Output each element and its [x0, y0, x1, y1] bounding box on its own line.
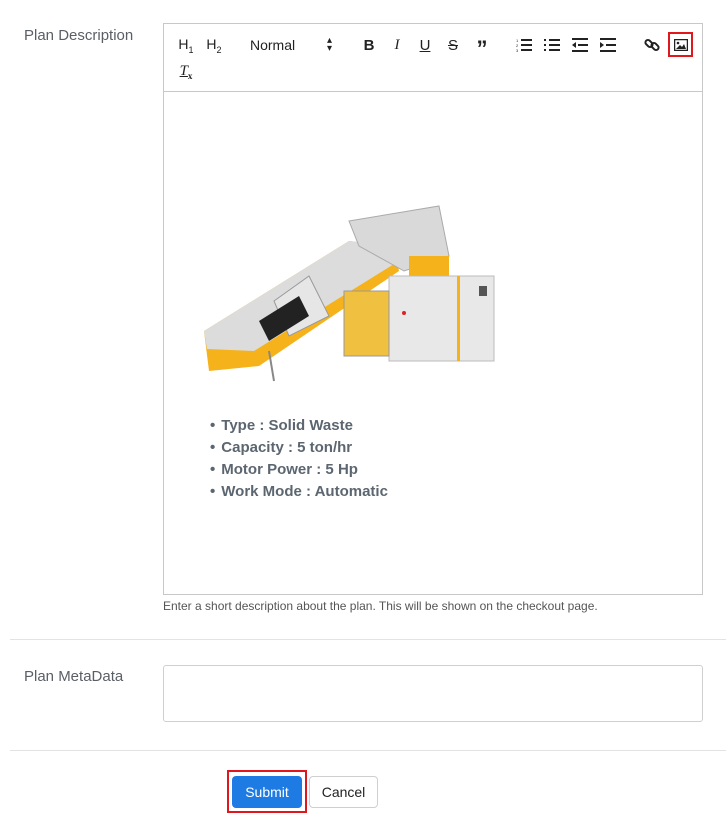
spec-item: Capacity : 5 ton/hr [210, 437, 388, 459]
ordered-list-button[interactable]: 123 [514, 34, 534, 56]
select-arrows-icon: ▴ ▾ [326, 35, 332, 54]
description-help-text: Enter a short description about the plan… [163, 599, 598, 613]
heading-1-button[interactable]: H1 [176, 34, 196, 56]
submit-button[interactable]: Submit [232, 776, 302, 808]
spec-item: Type : Solid Waste [210, 415, 388, 437]
heading-1-icon: H1 [178, 35, 194, 55]
outdent-button[interactable] [570, 34, 590, 56]
strike-button[interactable]: S [444, 34, 462, 56]
plan-metadata-label: Plan MetaData [24, 668, 124, 685]
indent-button[interactable] [598, 34, 618, 56]
editor-toolbar: H1 H2 Normal ▴ ▾ B I U S ” 123 Tx [164, 24, 702, 92]
format-select-value: Normal [250, 37, 296, 53]
ordered-list-icon: 123 [516, 38, 532, 52]
section-divider [10, 750, 726, 751]
outdent-icon [572, 38, 588, 52]
bold-icon: B [363, 36, 375, 54]
format-select[interactable]: Normal ▴ ▾ [250, 34, 340, 56]
spec-list: Type : Solid Waste Capacity : 5 ton/hr M… [210, 415, 388, 503]
cancel-button[interactable]: Cancel [309, 776, 378, 808]
bullet-list-button[interactable] [542, 34, 562, 56]
plan-description-label: Plan Description [24, 27, 134, 44]
svg-text:3: 3 [516, 48, 519, 52]
spec-item: Work Mode : Automatic [210, 481, 388, 503]
underline-icon: U [419, 36, 431, 54]
bullet-list-icon [544, 39, 560, 51]
editor-content[interactable]: Type : Solid Waste Capacity : 5 ton/hr M… [164, 93, 702, 594]
clear-format-button[interactable]: Tx [176, 61, 196, 83]
plan-metadata-input[interactable] [163, 665, 703, 722]
machine-image [204, 205, 495, 382]
heading-2-icon: H2 [206, 35, 222, 55]
heading-2-button[interactable]: H2 [204, 34, 224, 56]
italic-icon: I [394, 36, 400, 53]
strikethrough-icon: S [447, 36, 458, 54]
link-button[interactable] [642, 34, 662, 56]
clear-format-icon: Tx [179, 63, 193, 81]
italic-button[interactable]: I [388, 34, 406, 56]
rich-text-editor[interactable]: H1 H2 Normal ▴ ▾ B I U S ” 123 Tx • Type… [163, 23, 703, 595]
blockquote-button[interactable]: ” [472, 34, 492, 61]
spec-item: Motor Power : 5 Hp [210, 459, 388, 481]
bold-button[interactable]: B [360, 34, 378, 56]
section-divider [10, 639, 726, 640]
link-icon [644, 38, 660, 52]
underline-button[interactable]: U [416, 34, 434, 56]
indent-icon [600, 38, 616, 52]
quote-icon: ” [476, 36, 488, 61]
image-button-highlight [668, 32, 693, 57]
